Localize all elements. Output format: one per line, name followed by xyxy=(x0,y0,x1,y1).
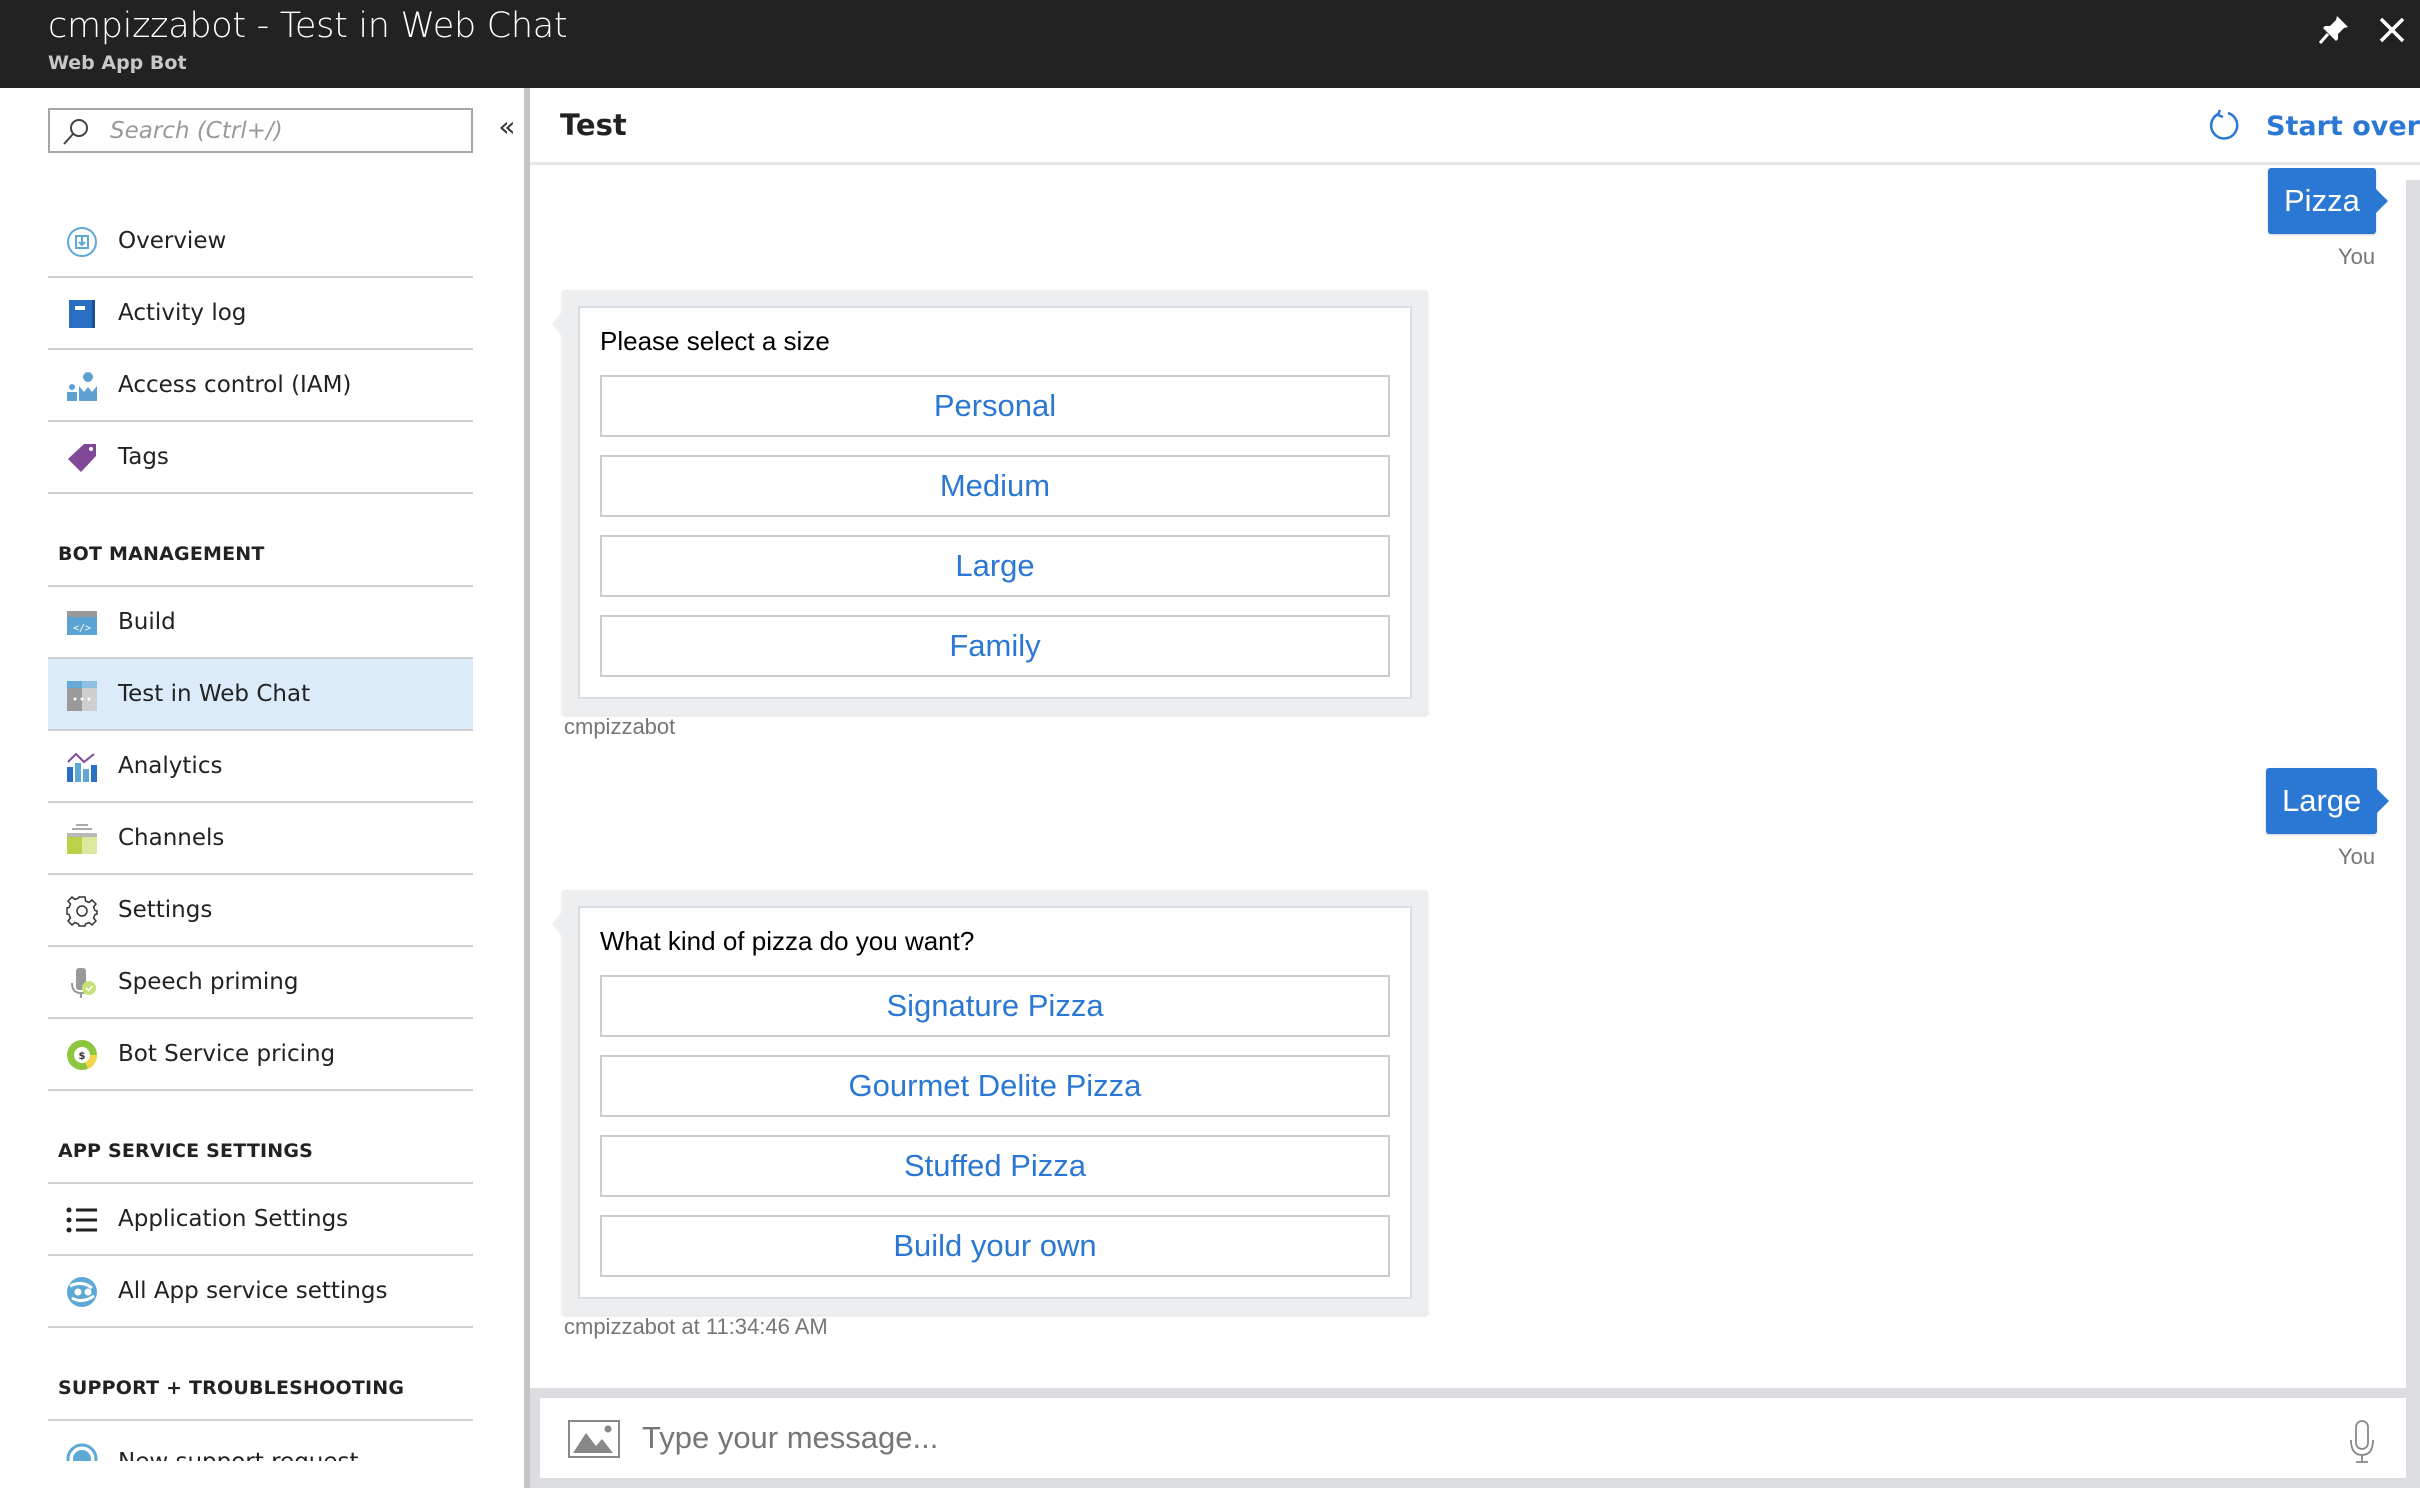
sidebar-item-label: Bot Service pricing xyxy=(118,1041,336,1067)
section-support-troubleshooting: SUPPORT + TROUBLESHOOTING xyxy=(48,1328,473,1421)
pizza-option-stuffed[interactable]: Stuffed Pizza xyxy=(600,1135,1390,1197)
chat-scrollbar[interactable] xyxy=(2406,180,2420,1440)
chat-transcript: Pizza You Please select a size Personal … xyxy=(530,168,2406,1380)
microphone-icon[interactable] xyxy=(2348,1420,2376,1464)
sidebar-item-build[interactable]: </> Build xyxy=(48,587,473,659)
sidebar-item-label: Build xyxy=(118,609,176,635)
section-title: BOT MANAGEMENT xyxy=(58,543,265,565)
sidebar-item-application-settings[interactable]: Application Settings xyxy=(48,1184,473,1256)
sidebar-item-label: Access control (IAM) xyxy=(118,372,352,398)
start-over-button[interactable]: Start over xyxy=(2206,106,2420,146)
window-subtitle: Web App Bot xyxy=(48,52,187,74)
refresh-icon xyxy=(2209,109,2239,140)
message-sender: You xyxy=(2338,844,2376,869)
message-sender: You xyxy=(2338,244,2376,269)
user-message: Large xyxy=(2266,768,2390,834)
user-message-text: Pizza xyxy=(2284,183,2360,218)
sidebar-item-label: Tags xyxy=(118,444,169,470)
message-input-box xyxy=(540,1398,2406,1478)
message-timestamp: cmpizzabot at 11:34:46 AM xyxy=(564,1314,828,1339)
sidebar-item-new-support-request[interactable]: New support request xyxy=(48,1421,473,1461)
size-option-personal[interactable]: Personal xyxy=(600,375,1390,437)
message-composer xyxy=(530,1388,2420,1488)
sidebar-item-label: Test in Web Chat xyxy=(118,681,311,707)
app-service-icon xyxy=(67,1277,97,1307)
sidebar-nav-top: Overview Activity log Access control (IA… xyxy=(48,206,473,1461)
svg-text:</>: </> xyxy=(73,623,91,634)
size-option-large[interactable]: Large xyxy=(600,535,1390,597)
sidebar-item-channels[interactable]: Channels xyxy=(48,803,473,875)
speech-priming-icon xyxy=(71,968,96,998)
list-icon xyxy=(66,1207,97,1233)
sidebar-item-label: All App service settings xyxy=(118,1278,388,1304)
build-code-icon: </> xyxy=(67,611,97,635)
section-app-service-settings: APP SERVICE SETTINGS xyxy=(48,1091,473,1184)
pizza-option-build-your-own[interactable]: Build your own xyxy=(600,1215,1390,1277)
sidebar-item-all-app-service-settings[interactable]: All App service settings xyxy=(48,1256,473,1328)
sidebar-item-label: Speech priming xyxy=(118,969,299,995)
activity-log-icon xyxy=(69,300,95,328)
title-bar: cmpizzabot - Test in Web Chat Web App Bo… xyxy=(0,0,2420,88)
sidebar-item-test-in-web-chat[interactable]: Test in Web Chat xyxy=(48,659,473,731)
bot-message: What kind of pizza do you want? Signatur… xyxy=(552,890,1428,1315)
hero-card: What kind of pizza do you want? Signatur… xyxy=(578,906,1412,1299)
sidebar-item-label: Settings xyxy=(118,897,213,923)
collapse-sidebar-button[interactable]: « xyxy=(494,110,520,146)
section-title: APP SERVICE SETTINGS xyxy=(58,1140,314,1162)
pizza-option-gourmet-delite[interactable]: Gourmet Delite Pizza xyxy=(600,1055,1390,1117)
sidebar-item-tags[interactable]: Tags xyxy=(48,422,473,494)
sidebar-item-label: Application Settings xyxy=(118,1206,349,1232)
sidebar-item-bot-service-pricing[interactable]: $ Bot Service pricing xyxy=(48,1019,473,1091)
gear-icon xyxy=(66,895,98,927)
support-icon xyxy=(66,1443,98,1461)
web-chat-icon xyxy=(67,681,97,711)
access-control-icon xyxy=(67,372,97,401)
svg-text:$: $ xyxy=(79,1051,86,1062)
message-sender: cmpizzabot xyxy=(564,714,676,739)
bot-message: Please select a size Personal Medium Lar… xyxy=(552,290,1428,715)
sidebar-item-activity-log[interactable]: Activity log xyxy=(48,278,473,350)
overview-icon xyxy=(67,227,97,257)
card-prompt: Please select a size xyxy=(600,326,830,356)
sidebar-item-label: New support request xyxy=(118,1449,359,1461)
sidebar-item-analytics[interactable]: Analytics xyxy=(48,731,473,803)
start-over-label: Start over xyxy=(2266,110,2420,142)
user-message: Pizza xyxy=(2268,168,2388,234)
sidebar-item-access-control[interactable]: Access control (IAM) xyxy=(48,350,473,422)
message-input[interactable] xyxy=(642,1414,2282,1462)
search-icon xyxy=(63,119,88,145)
card-prompt: What kind of pizza do you want? xyxy=(600,926,975,956)
sidebar-item-settings[interactable]: Settings xyxy=(48,875,473,947)
sidebar-item-label: Overview xyxy=(118,228,227,254)
size-option-medium[interactable]: Medium xyxy=(600,455,1390,517)
size-option-family[interactable]: Family xyxy=(600,615,1390,677)
sidebar-item-label: Analytics xyxy=(118,753,223,779)
section-bot-management: BOT MANAGEMENT xyxy=(48,494,473,587)
upload-image-icon[interactable] xyxy=(568,1420,620,1458)
search-input[interactable] xyxy=(110,114,460,148)
pricing-icon: $ xyxy=(67,1040,98,1070)
section-title: SUPPORT + TROUBLESHOOTING xyxy=(58,1377,405,1399)
pizza-option-signature[interactable]: Signature Pizza xyxy=(600,975,1390,1037)
tag-icon xyxy=(68,444,96,472)
close-icon[interactable] xyxy=(2374,12,2410,48)
user-message-text: Large xyxy=(2282,783,2362,818)
search-box[interactable] xyxy=(48,108,473,153)
analytics-icon xyxy=(67,752,97,782)
channels-icon xyxy=(67,824,97,854)
sidebar-item-label: Channels xyxy=(118,825,225,851)
pin-icon[interactable] xyxy=(2316,12,2352,48)
hero-card: Please select a size Personal Medium Lar… xyxy=(578,306,1412,699)
sidebar-item-label: Activity log xyxy=(118,300,247,326)
panel-header: Test Start over xyxy=(530,88,2420,165)
panel-title: Test xyxy=(560,108,627,142)
sidebar: « Overview Activity log Access control (… xyxy=(0,88,524,1488)
sidebar-item-overview[interactable]: Overview xyxy=(48,206,473,278)
main-panel: Test Start over Pizza You Please select … xyxy=(530,88,2420,1488)
sidebar-item-speech-priming[interactable]: Speech priming xyxy=(48,947,473,1019)
window-title: cmpizzabot - Test in Web Chat xyxy=(48,6,568,46)
